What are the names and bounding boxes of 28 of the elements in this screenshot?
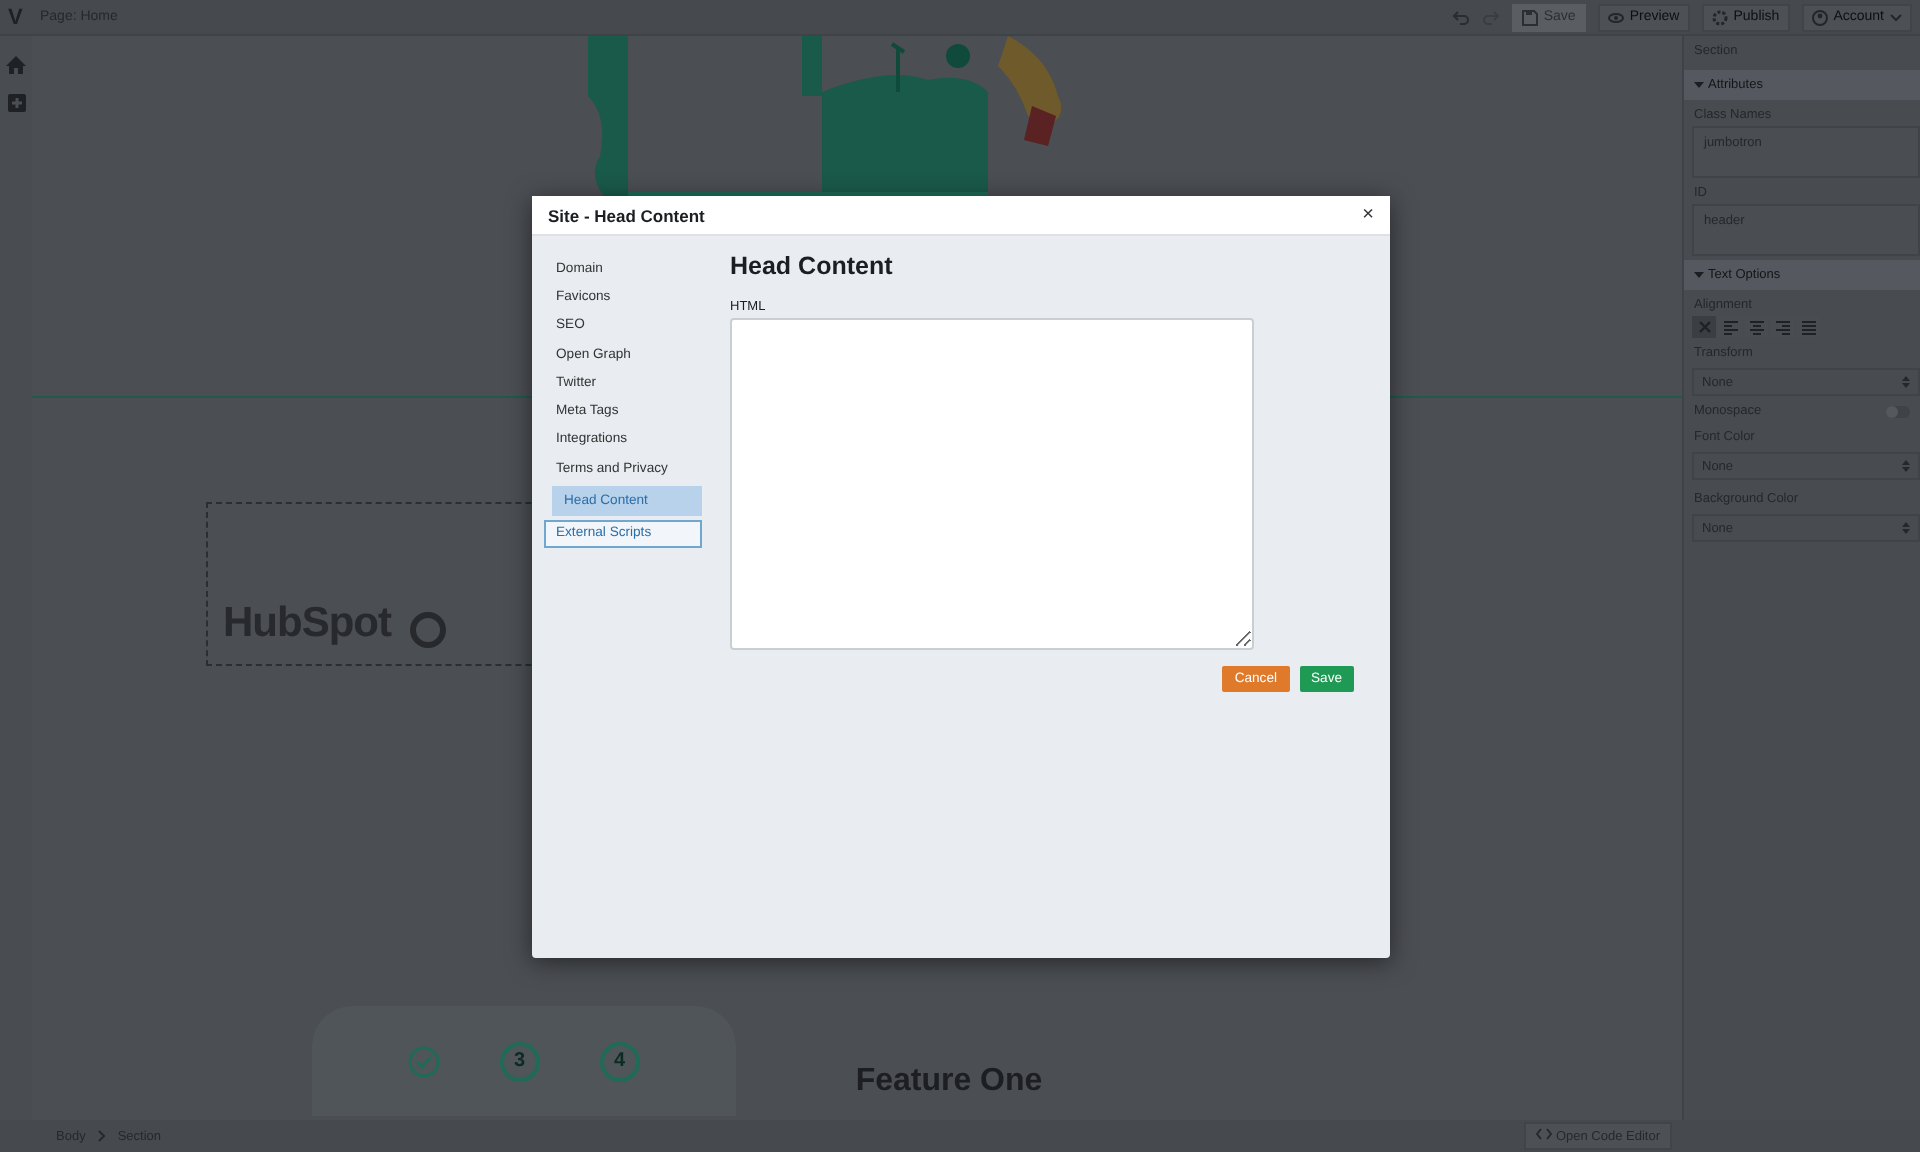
chevron-icon <box>97 1130 106 1142</box>
updown-icon <box>1902 522 1910 534</box>
eye-icon <box>1607 9 1624 25</box>
user-icon <box>1811 9 1828 25</box>
step-number: 3 <box>499 1041 540 1081</box>
clear-icon <box>1697 319 1711 335</box>
check-icon <box>407 1045 440 1077</box>
justify-icon <box>1801 319 1815 335</box>
updown-icon <box>1902 460 1910 472</box>
align-left-icon <box>1723 319 1737 335</box>
caret-down-icon <box>1694 270 1704 280</box>
updown-icon <box>1902 376 1910 388</box>
code-icon <box>1536 1128 1553 1140</box>
add-icon[interactable] <box>7 94 25 112</box>
partner-logo-icon <box>410 612 447 648</box>
html-textarea[interactable] <box>730 318 1254 650</box>
home-icon[interactable] <box>6 56 26 74</box>
floppy-icon <box>1521 9 1538 25</box>
step-number: 4 <box>599 1041 640 1081</box>
caret-down-icon <box>1694 80 1704 90</box>
close-button[interactable]: × <box>1362 204 1374 226</box>
align-center-icon <box>1749 319 1763 335</box>
dialog-title: Site - Head Content <box>548 205 705 225</box>
align-right-icon <box>1775 319 1789 335</box>
undo-icon[interactable] <box>1451 8 1470 26</box>
section-heading: Head Content <box>730 252 895 280</box>
alignment-button[interactable] <box>1692 316 1716 338</box>
chevron-down-icon <box>1890 13 1902 21</box>
